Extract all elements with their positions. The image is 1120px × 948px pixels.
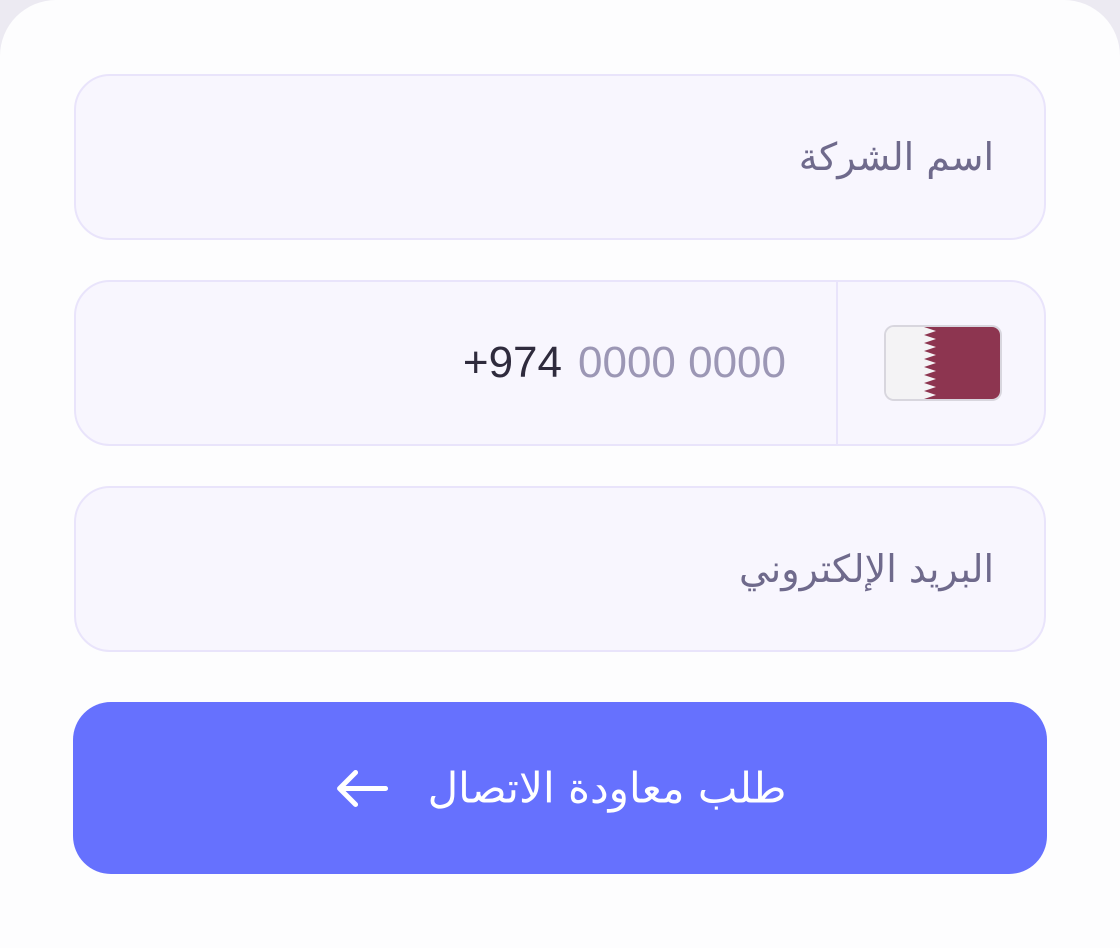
arrow-left-icon — [337, 769, 389, 807]
phone-field[interactable]: +974 0000 0000 — [74, 280, 1046, 446]
phone-placeholder: 0000 0000 — [578, 338, 786, 387]
request-callback-button[interactable]: طلب معاودة الاتصال — [73, 702, 1047, 874]
phone-input[interactable]: +974 0000 0000 — [463, 338, 786, 388]
qatar-flag-icon[interactable] — [886, 327, 1000, 399]
dial-code: +974 — [462, 338, 562, 387]
request-callback-label: طلب معاودة الاتصال — [427, 763, 787, 813]
company-name-placeholder: اسم الشركة — [798, 135, 994, 179]
company-name-field[interactable]: اسم الشركة — [74, 74, 1046, 240]
phone-field-divider — [836, 282, 838, 444]
callback-form-card: اسم الشركة +974 0000 0000 البريد الإلكترو… — [0, 0, 1120, 948]
email-placeholder: البريد الإلكتروني — [739, 547, 994, 591]
email-field[interactable]: البريد الإلكتروني — [74, 486, 1046, 652]
